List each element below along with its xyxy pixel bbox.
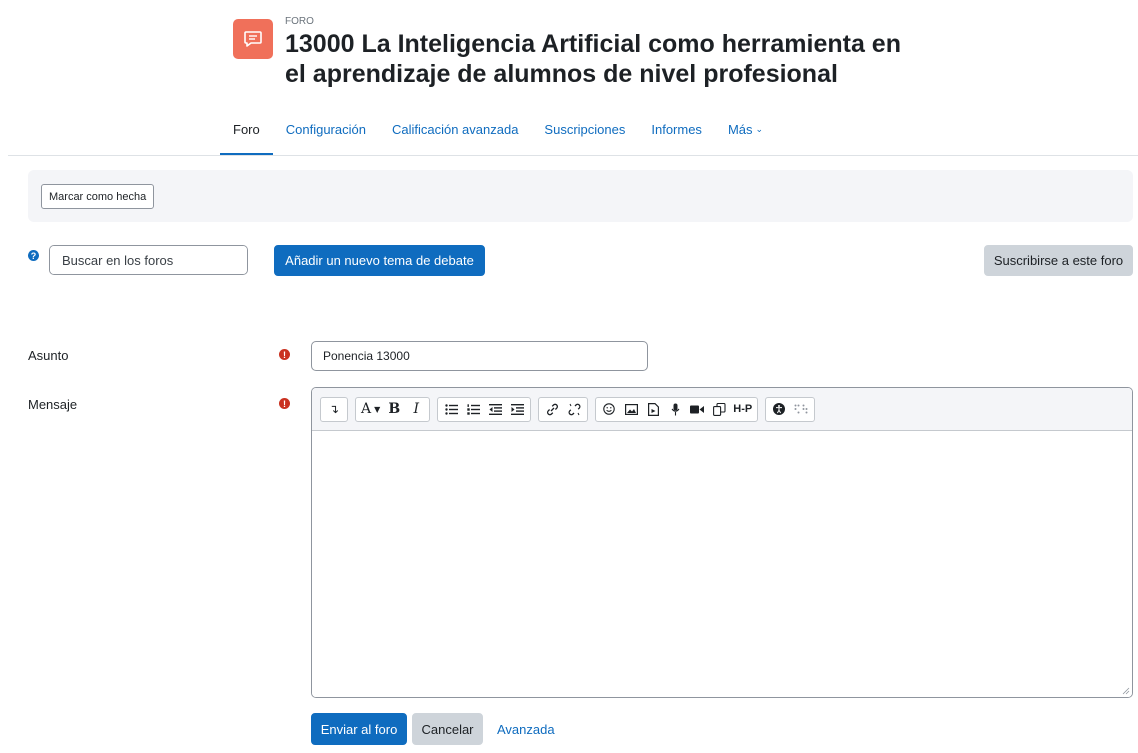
advanced-link[interactable]: Avanzada xyxy=(497,722,555,737)
link-icon[interactable] xyxy=(541,398,563,421)
tab-suscripciones[interactable]: Suscripciones xyxy=(531,118,638,156)
forum-search xyxy=(49,245,248,275)
add-discussion-topic-button[interactable]: Añadir un nuevo tema de debate xyxy=(274,245,485,276)
editor-toolbar: ↴ A ▼ B I H-P xyxy=(312,388,1132,431)
forum-icon xyxy=(233,19,273,59)
required-icon: ! xyxy=(279,349,290,360)
toolbar-group-collapse: ↴ xyxy=(320,396,348,422)
page-header: FORO 13000 La Inteligencia Artificial co… xyxy=(233,16,925,89)
record-video-icon[interactable] xyxy=(686,398,708,421)
tab-informes[interactable]: Informes xyxy=(638,118,715,156)
cancel-button[interactable]: Cancelar xyxy=(412,713,483,745)
accessibility-checker-icon[interactable] xyxy=(768,398,790,421)
secondary-navigation: Foro Configuración Calificación avanzada… xyxy=(220,118,776,156)
unlink-icon[interactable] xyxy=(563,398,585,421)
collapse-toolbar-icon[interactable]: ↴ xyxy=(323,398,345,421)
message-textarea[interactable] xyxy=(312,431,1132,697)
toolbar-group-lists xyxy=(437,396,532,422)
bold-icon[interactable]: B xyxy=(383,398,405,421)
manage-files-icon[interactable] xyxy=(708,398,730,421)
font-style-icon[interactable]: A ▼ xyxy=(358,398,383,421)
outdent-icon[interactable] xyxy=(484,398,506,421)
activity-completion-region: Marcar como hecha xyxy=(28,170,1133,222)
media-icon[interactable] xyxy=(642,398,664,421)
toolbar-group-accessibility xyxy=(765,396,816,422)
h5p-icon[interactable]: H-P xyxy=(730,398,755,421)
tab-calificacion-avanzada[interactable]: Calificación avanzada xyxy=(379,118,531,156)
help-icon[interactable]: ? xyxy=(28,250,39,261)
resize-handle-icon[interactable] xyxy=(1122,687,1130,695)
search-input[interactable] xyxy=(50,246,247,274)
toolbar-group-style: A ▼ B I xyxy=(355,396,431,422)
subject-label: Asunto xyxy=(28,348,69,363)
tab-configuracion[interactable]: Configuración xyxy=(273,118,379,156)
chevron-down-icon: ⌄ xyxy=(755,124,764,134)
page-title: 13000 La Inteligencia Artificial como he… xyxy=(285,30,901,88)
tab-mas[interactable]: Más ⌄ xyxy=(715,118,776,156)
subject-input[interactable] xyxy=(311,341,648,371)
record-audio-icon[interactable] xyxy=(664,398,686,421)
post-to-forum-button[interactable]: Enviar al foro xyxy=(311,713,407,745)
mark-as-done-button[interactable]: Marcar como hecha xyxy=(41,184,155,209)
message-label: Mensaje xyxy=(28,397,78,412)
indent-icon[interactable] xyxy=(506,398,528,421)
subscribe-forum-button[interactable]: Suscribirse a este foro xyxy=(984,245,1133,276)
tab-foro[interactable]: Foro xyxy=(220,118,273,156)
toolbar-group-media: H-P xyxy=(595,396,759,422)
ordered-list-icon[interactable] xyxy=(462,398,484,421)
message-editor: ↴ A ▼ B I H-P xyxy=(311,387,1133,698)
toolbar-group-links xyxy=(538,396,589,422)
nav-divider xyxy=(8,155,1138,156)
unordered-list-icon[interactable] xyxy=(440,398,462,421)
italic-icon[interactable]: I xyxy=(405,398,427,421)
activity-type-label: FORO xyxy=(285,16,314,27)
emoji-icon[interactable] xyxy=(598,398,620,421)
screenreader-helper-icon[interactable] xyxy=(790,398,812,421)
image-icon[interactable] xyxy=(620,398,642,421)
required-icon: ! xyxy=(279,398,290,409)
